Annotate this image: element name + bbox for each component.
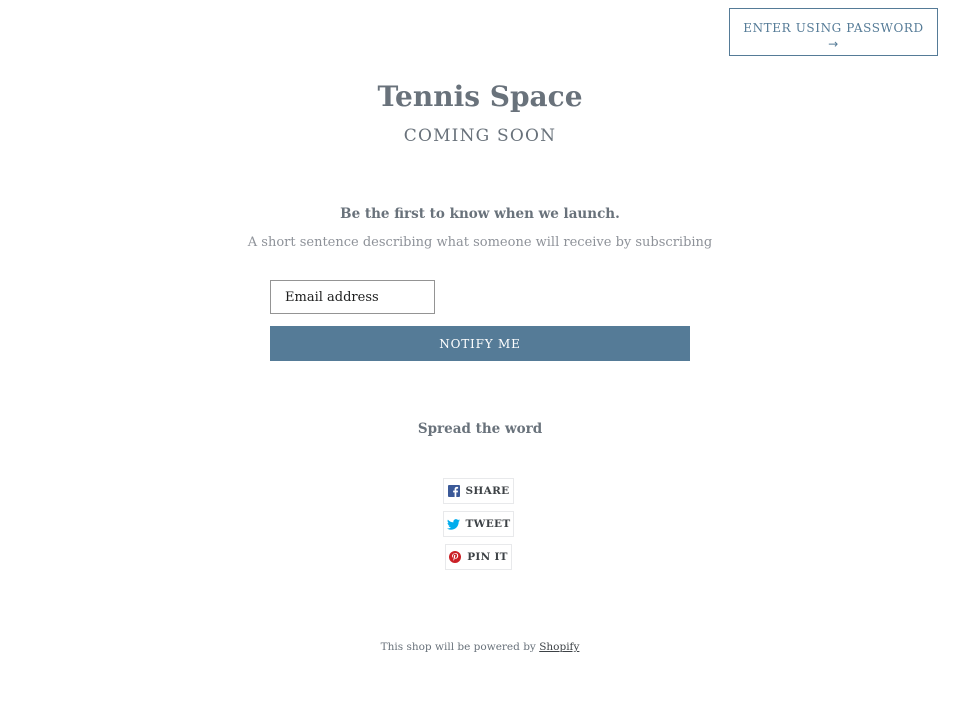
pinterest-icon <box>449 551 462 563</box>
spread-the-word-heading: Spread the word <box>417 421 543 437</box>
share-twitter-button[interactable]: Tweet <box>443 511 514 537</box>
twitter-icon <box>446 518 460 530</box>
newsletter-heading: Be the first to know when we launch. <box>340 206 620 222</box>
email-input[interactable] <box>270 280 435 314</box>
facebook-icon <box>447 485 460 497</box>
coming-soon-subtitle: Coming Soon <box>403 126 557 146</box>
share-twitter-label: Tweet <box>465 518 511 530</box>
share-pinterest-label: Pin it <box>467 551 508 563</box>
newsletter-description: A short sentence describing what someone… <box>247 235 713 250</box>
enter-using-password-button[interactable]: Enter using password → <box>729 8 938 56</box>
share-facebook-label: Share <box>465 485 510 497</box>
shop-title: Tennis Space <box>377 80 583 113</box>
arrow-right-icon: → <box>828 36 839 51</box>
password-button-label: Enter using password <box>743 20 924 35</box>
footer: This shop will be powered by Shopify <box>0 641 960 653</box>
notify-me-button[interactable]: Notify me <box>270 326 690 361</box>
shopify-link[interactable]: Shopify <box>539 641 579 653</box>
footer-text: This shop will be powered by <box>380 641 536 653</box>
share-pinterest-button[interactable]: Pin it <box>445 544 512 570</box>
share-facebook-button[interactable]: Share <box>443 478 514 504</box>
